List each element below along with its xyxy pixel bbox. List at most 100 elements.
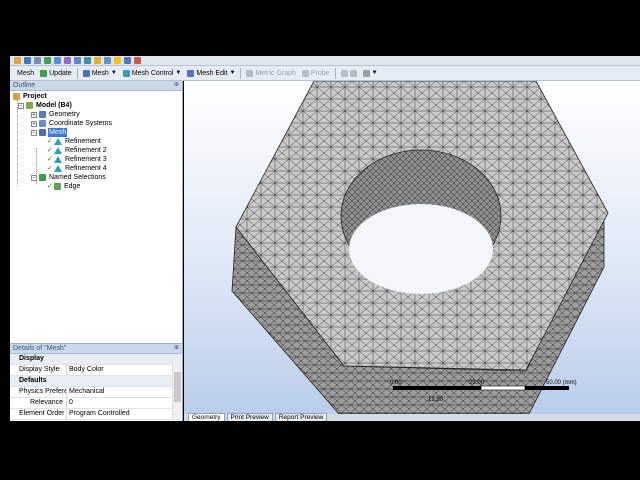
tree-item-mesh[interactable]: − Mesh — [31, 128, 68, 137]
collapse-icon[interactable]: − — [31, 174, 37, 181]
property-key: Element Order — [10, 409, 67, 419]
viewport-canvas[interactable]: 0.00 25.00 50.00 (mm) 12.50 — [184, 81, 640, 414]
check-icon: ✓ — [47, 138, 53, 145]
details-section-display[interactable]: Display — [10, 354, 182, 365]
tree-item-named-selections[interactable]: − Named Selections — [31, 173, 107, 182]
mesh-context-button[interactable]: Mesh — [14, 67, 37, 79]
mesh-control-button[interactable]: Mesh Control ▼ — [120, 67, 185, 79]
viewport-tabs: Geometry Print Preview Report Preview — [184, 413, 640, 421]
details-row[interactable]: Display Style Body Color — [10, 365, 182, 376]
details-panel: Details of "Mesh" ⊕ Display Display Styl… — [10, 343, 183, 422]
tree-item-geometry[interactable]: + Geometry — [31, 110, 81, 119]
check-icon: ✓ — [47, 183, 53, 190]
collapse-icon[interactable]: − — [31, 129, 37, 136]
tree-label: Refinement 2 — [65, 147, 107, 154]
property-value[interactable]: Program Controlled — [67, 409, 182, 419]
update-button[interactable]: Update — [37, 67, 75, 79]
mesh-menu-button[interactable]: Mesh ▼ — [80, 67, 120, 79]
refinement-icon — [54, 156, 62, 163]
zoom-icon[interactable] — [74, 57, 81, 64]
outline-title: Outline — [13, 82, 36, 89]
tab-geometry[interactable]: Geometry — [188, 413, 225, 421]
geometry-icon — [39, 111, 46, 118]
toolbar-separator — [334, 67, 336, 79]
probe-button[interactable]: Probe — [299, 67, 333, 79]
chevron-down-icon: ▼ — [175, 70, 182, 76]
tree-label-selected: Mesh — [48, 128, 68, 137]
mesh-icon[interactable] — [104, 57, 111, 64]
pin-icon[interactable]: ⊕ — [174, 81, 179, 90]
scale-label: 0.00 — [390, 380, 402, 386]
details-row[interactable]: Relevance 0 — [10, 398, 182, 409]
pan-icon[interactable] — [64, 57, 71, 64]
metric-graph-button[interactable]: Metric Graph — [243, 67, 298, 79]
open-icon[interactable] — [14, 57, 21, 64]
expand-icon[interactable]: + — [31, 120, 37, 127]
mesh-edit-label: Mesh Edit — [196, 69, 228, 77]
tree-label: Model (B4) — [36, 102, 72, 109]
undo-icon[interactable] — [34, 57, 41, 64]
select-icon[interactable] — [44, 57, 51, 64]
section-label: Defaults — [19, 377, 47, 384]
mesh-edit-icon — [187, 69, 195, 77]
axis-icon[interactable] — [134, 57, 141, 64]
refinement-icon — [54, 147, 62, 154]
tab-report-preview[interactable]: Report Preview — [274, 413, 328, 421]
scale-segment — [525, 386, 569, 390]
mesh-menu-label: Mesh — [91, 69, 109, 77]
tree-item-refinement-2[interactable]: ✓ Refinement 2 — [47, 146, 108, 155]
chevron-down-icon: ▼ — [110, 70, 117, 76]
graphics-viewport[interactable]: 0.00 25.00 50.00 (mm) 12.50 — [184, 81, 640, 414]
mesh-edit-button[interactable]: Mesh Edit ▼ — [184, 67, 238, 79]
screen-border-bottom — [0, 421, 640, 480]
tree-item-project[interactable]: Project — [13, 92, 48, 101]
pin-icon[interactable]: ⊕ — [174, 344, 179, 353]
scale-label: 50.00 (mm) — [546, 380, 577, 386]
property-key: Physics Preference — [10, 387, 67, 397]
check-icon: ✓ — [47, 165, 53, 172]
tree-label: Project — [23, 93, 47, 100]
expand-icon[interactable]: + — [31, 111, 37, 118]
scroll-thumb[interactable] — [174, 372, 181, 402]
view-icon[interactable] — [124, 57, 131, 64]
collapse-icon[interactable]: − — [18, 102, 24, 109]
cursor-icon[interactable] — [114, 57, 121, 64]
rotate-icon[interactable] — [54, 57, 61, 64]
tree-item-refinement-4[interactable]: ✓ Refinement 4 — [47, 164, 108, 173]
tree-label: Edge — [64, 183, 81, 190]
tab-print-preview[interactable]: Print Preview — [226, 413, 273, 421]
details-row[interactable]: Physics Preference Mechanical — [10, 387, 182, 398]
property-value[interactable]: Mechanical — [67, 387, 182, 397]
outline-panel: Outline ⊕ Project − Model (B4) + Geometr… — [10, 81, 183, 343]
fit-icon[interactable] — [84, 57, 91, 64]
edge-icon — [54, 183, 61, 190]
tree-item-coordinate-systems[interactable]: + Coordinate Systems — [31, 119, 113, 128]
mesh-toolbar: Mesh Update Mesh ▼ Mesh Control ▼ Mesh E… — [10, 66, 640, 81]
display-options-button[interactable]: ▼ — [360, 67, 381, 79]
chevron-down-icon: ▼ — [371, 70, 378, 76]
tree-item-edge[interactable]: ✓ Edge — [47, 182, 81, 191]
refinement-icon — [54, 165, 62, 172]
mesh-icon — [82, 69, 90, 77]
property-value[interactable]: Body Color — [67, 365, 182, 375]
project-icon — [13, 93, 20, 100]
details-title: Details of "Mesh" — [13, 345, 67, 352]
section-label: Display — [19, 355, 44, 362]
details-section-defaults[interactable]: Defaults — [10, 376, 182, 387]
tree-label: Geometry — [49, 111, 80, 118]
graph-options-button[interactable] — [338, 67, 360, 79]
save-icon[interactable] — [24, 57, 31, 64]
tree-item-refinement[interactable]: ✓ Refinement — [47, 137, 102, 146]
property-value[interactable]: 0 — [67, 398, 182, 408]
main-toolbar — [10, 56, 640, 66]
update-icon — [40, 69, 48, 77]
details-row[interactable]: Element Order Program Controlled — [10, 409, 182, 420]
details-scrollbar[interactable] — [172, 364, 182, 422]
box-zoom-icon[interactable] — [94, 57, 101, 64]
hex-nut-mesh[interactable] — [231, 81, 609, 414]
check-icon: ✓ — [47, 156, 53, 163]
tree-item-refinement-3[interactable]: ✓ Refinement 3 — [47, 155, 108, 164]
scale-segment — [480, 385, 526, 391]
named-selection-icon — [39, 174, 46, 181]
tree-item-model[interactable]: − Model (B4) — [18, 101, 73, 110]
